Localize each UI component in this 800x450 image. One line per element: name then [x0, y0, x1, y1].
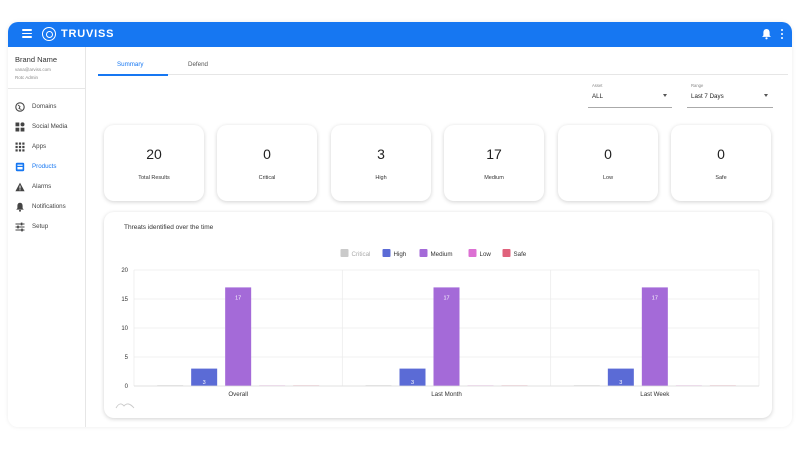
- bar-data-label: 17: [443, 295, 449, 301]
- stat-label: Low: [602, 175, 614, 181]
- warning-icon: [15, 182, 25, 192]
- stat-value: 0: [604, 146, 612, 162]
- logo-icon: [42, 27, 56, 41]
- stat-label: High: [375, 175, 387, 181]
- y-tick-label: 20: [121, 268, 128, 274]
- bar-medium: [641, 287, 668, 386]
- sidebar-item-notifications[interactable]: Notifications: [8, 199, 85, 215]
- stat-label: Medium: [484, 175, 504, 181]
- stat-card-critical[interactable]: 0 Critical: [217, 125, 317, 201]
- sidebar-item-label: Products: [32, 163, 57, 170]
- brand-email: vana@arviss.com: [15, 67, 51, 72]
- legend-swatch: [468, 249, 477, 257]
- bar-data-label: 3: [619, 380, 622, 386]
- asset-select-label: Asset: [592, 83, 603, 88]
- stat-value: 0: [717, 146, 725, 162]
- top-bar: TRUVISS: [8, 22, 792, 47]
- stat-card-low[interactable]: 0 Low: [558, 125, 658, 201]
- active-tab-indicator: [98, 74, 168, 76]
- sidebar-item-domains[interactable]: Domains: [8, 99, 85, 115]
- stat-card-safe[interactable]: 0 Safe: [671, 125, 771, 201]
- bar-data-label: 3: [411, 380, 414, 386]
- stat-card-total-results[interactable]: 20 Total Results: [104, 125, 204, 201]
- sidebar-item-label: Setup: [32, 223, 49, 230]
- x-tick-label: Last Week: [640, 391, 670, 398]
- divider: [8, 88, 85, 89]
- legend-label: Low: [480, 251, 492, 258]
- tab-bar: Summary Defend: [98, 57, 788, 76]
- legend-label: High: [394, 251, 407, 258]
- sidebar-item-social-media[interactable]: Social Media: [8, 119, 85, 135]
- legend-swatch: [382, 249, 391, 257]
- bar-data-label: 17: [235, 295, 241, 301]
- range-select[interactable]: Range Last 7 Days: [687, 81, 773, 108]
- stat-card-high[interactable]: 3 High: [331, 125, 431, 201]
- asset-select-value: ALL: [592, 93, 604, 100]
- sidebar-item-label: Notifications: [32, 203, 66, 210]
- globe-icon: [15, 102, 25, 112]
- sidebar-item-label: Alarms: [32, 183, 52, 190]
- sidebar-item-label: Domains: [32, 103, 57, 110]
- bar-medium: [433, 287, 460, 386]
- sidebar-item-label: Social Media: [32, 123, 68, 130]
- sidebar-item-apps[interactable]: Apps: [8, 139, 85, 155]
- sidebar: Brand Name vana@arviss.com Rotc Admin Do…: [8, 47, 86, 427]
- legend-label: Safe: [514, 251, 527, 258]
- sidebar-item-setup[interactable]: Setup: [8, 219, 85, 235]
- stat-label: Safe: [715, 175, 727, 181]
- threats-bar-chart: Critical High Medium Low Safe 0 5 10 15 20 3 17 Over…: [115, 249, 760, 409]
- bar-data-label: 17: [652, 295, 658, 301]
- bar-medium: [225, 287, 252, 386]
- sidebar-item-alarms[interactable]: Alarms: [8, 179, 85, 195]
- y-tick-label: 0: [125, 384, 129, 390]
- app-window: TRUVISS Brand Name vana@arviss.com Rotc …: [8, 22, 792, 427]
- stat-label: Critical: [258, 175, 276, 181]
- threats-chart-card: Threats identified over the time Critica…: [104, 212, 772, 418]
- range-select-value: Last 7 Days: [691, 93, 724, 100]
- asset-select[interactable]: Asset ALL: [588, 81, 672, 108]
- chart-toolbar-icon: [115, 403, 135, 409]
- legend-swatch: [502, 249, 511, 257]
- chevron-down-icon: [663, 94, 667, 97]
- legend-swatch: [419, 249, 428, 257]
- x-tick-label: Overall: [228, 391, 248, 398]
- y-tick-label: 5: [125, 355, 129, 361]
- y-tick-label: 15: [121, 297, 128, 303]
- y-tick-label: 10: [121, 326, 128, 332]
- apps-grid-icon: [15, 142, 25, 152]
- legend-label: Critical: [352, 251, 371, 258]
- sidebar-item-products[interactable]: Products: [8, 159, 85, 175]
- app-logo-text: TRUVISS: [61, 28, 115, 40]
- brand-name: Brand Name: [15, 55, 58, 64]
- bell-icon: [16, 202, 24, 212]
- stat-value: 3: [377, 146, 385, 162]
- stat-value: 0: [263, 146, 271, 162]
- chevron-down-icon: [764, 94, 768, 97]
- brand-role: Rotc Admin: [15, 75, 39, 80]
- hamburger-icon[interactable]: [22, 29, 32, 39]
- bell-icon[interactable]: [761, 28, 772, 40]
- stat-value: 17: [486, 146, 502, 162]
- tab-summary[interactable]: Summary: [117, 61, 143, 68]
- products-icon: [15, 162, 25, 172]
- stat-label: Total Results: [138, 175, 170, 181]
- sliders-icon: [15, 222, 25, 232]
- x-tick-label: Last Month: [431, 391, 462, 398]
- kebab-icon[interactable]: [779, 29, 785, 41]
- bar-data-label: 3: [203, 380, 206, 386]
- stat-value: 20: [146, 146, 162, 162]
- legend-label: Medium: [431, 251, 453, 258]
- sidebar-item-label: Apps: [32, 143, 47, 150]
- range-select-label: Range: [691, 83, 704, 88]
- social-media-icon: [15, 122, 25, 132]
- stat-card-medium[interactable]: 17 Medium: [444, 125, 544, 201]
- legend-swatch: [340, 249, 349, 257]
- tab-defend[interactable]: Defend: [188, 61, 208, 68]
